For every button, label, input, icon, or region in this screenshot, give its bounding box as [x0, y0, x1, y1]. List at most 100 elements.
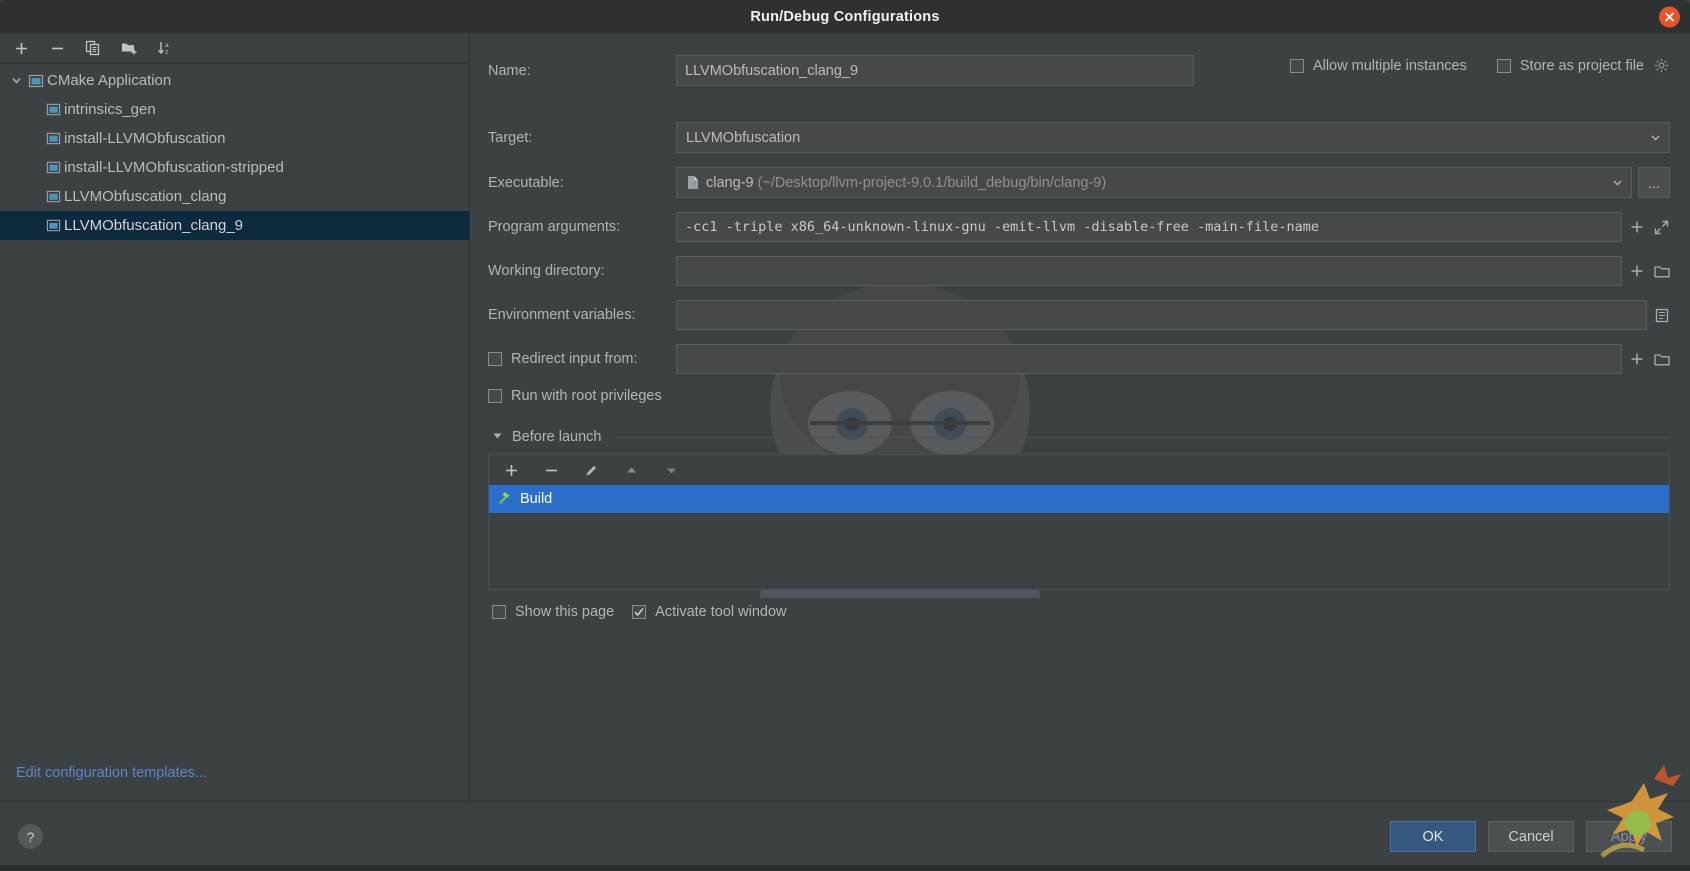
- working-directory-input[interactable]: [676, 256, 1622, 286]
- cmake-application-icon: [28, 73, 44, 89]
- before-launch-box: Build: [488, 454, 1670, 590]
- run-with-root-privileges-label: Run with root privileges: [511, 388, 662, 404]
- sort-configurations-button[interactable]: a z: [153, 36, 177, 60]
- store-as-project-file-checkbox[interactable]: Store as project file: [1496, 57, 1670, 74]
- tree-item-llvmobfuscation-clang[interactable]: LLVMObfuscation_clang: [0, 182, 469, 211]
- redirect-input-label: Redirect input from:: [511, 351, 638, 367]
- target-row: Target: LLVMObfuscation: [488, 122, 1670, 153]
- before-launch-toolbar: [489, 455, 1669, 485]
- arrow-down-icon: [666, 468, 676, 473]
- footer-buttons: OK Cancel Apply: [1390, 821, 1672, 852]
- executable-select[interactable]: ? clang-9 (~/Desktop/llvm-project-9.0.1/…: [676, 167, 1632, 198]
- tree-item-intrinsics-gen[interactable]: intrinsics_gen: [0, 95, 469, 124]
- edit-env-vars-icon[interactable]: [1653, 307, 1670, 324]
- activate-tool-window-label: Activate tool window: [655, 604, 787, 620]
- executable-label: Executable:: [488, 174, 564, 191]
- close-icon[interactable]: [1659, 6, 1680, 27]
- show-this-page-checkbox[interactable]: Show this page: [492, 604, 614, 620]
- arrow-up-icon: [626, 467, 636, 472]
- insert-macro-icon[interactable]: [1628, 351, 1645, 368]
- chevron-down-icon[interactable]: [8, 73, 24, 89]
- checkbox-box: [1496, 58, 1511, 73]
- target-select[interactable]: LLVMObfuscation: [676, 122, 1670, 153]
- program-arguments-input[interactable]: -cc1 -triple x86_64-unknown-linux-gnu -e…: [676, 212, 1622, 242]
- allow-multiple-instances-checkbox[interactable]: Allow multiple instances: [1289, 58, 1467, 74]
- tree-group-cmake-application[interactable]: CMake Application: [0, 66, 469, 95]
- gear-icon[interactable]: [1653, 57, 1670, 74]
- redirect-input-field[interactable]: [676, 344, 1622, 374]
- tree-item-label: install-LLVMObfuscation-stripped: [64, 159, 284, 176]
- configurations-tree: CMake Application intrinsics_gen install…: [0, 64, 469, 801]
- checkbox-box: [492, 605, 506, 619]
- working-directory-adornments: [1628, 263, 1670, 280]
- checkbox-box: [488, 352, 502, 366]
- store-as-project-file-label: Store as project file: [1519, 57, 1644, 74]
- run-debug-configurations-dialog: Run/Debug Configurations a z CMake Appli…: [0, 0, 1690, 871]
- activate-tool-window-checkbox[interactable]: Activate tool window: [632, 604, 787, 620]
- hammer-icon: [497, 490, 512, 509]
- edit-configuration-templates-link[interactable]: Edit configuration templates...: [16, 765, 207, 781]
- remove-configuration-button[interactable]: [45, 36, 69, 60]
- program-arguments-adornments: [1628, 219, 1670, 236]
- redirect-input-checkbox[interactable]: Redirect input from:: [488, 351, 676, 367]
- run-with-root-privileges-checkbox[interactable]: Run with root privileges: [488, 388, 662, 404]
- edit-task-button[interactable]: [579, 458, 603, 482]
- executable-file-icon: ?: [686, 175, 700, 190]
- new-folder-button[interactable]: [117, 36, 141, 60]
- copy-configuration-button[interactable]: [81, 36, 105, 60]
- help-button[interactable]: ?: [18, 824, 43, 849]
- working-directory-row: Working directory:: [488, 256, 1670, 286]
- check-icon: [634, 608, 644, 617]
- program-arguments-value: -cc1 -triple x86_64-unknown-linux-gnu -e…: [685, 219, 1319, 235]
- environment-variables-input[interactable]: [676, 300, 1647, 330]
- sidebar-toolbar: a z: [0, 33, 469, 64]
- program-arguments-label: Program arguments:: [488, 219, 621, 235]
- insert-macro-icon[interactable]: [1628, 219, 1645, 236]
- task-label: Build: [520, 491, 553, 507]
- browse-folder-icon[interactable]: [1653, 263, 1670, 280]
- pencil-icon: [586, 465, 596, 475]
- title-bar: Run/Debug Configurations: [0, 0, 1690, 33]
- move-task-up-button[interactable]: [619, 458, 643, 482]
- minus-icon: [51, 47, 63, 49]
- environment-variables-label: Environment variables:: [488, 307, 636, 323]
- before-launch-header[interactable]: Before launch: [492, 428, 1670, 446]
- checkbox-box: [632, 605, 647, 619]
- target-label: Target:: [488, 129, 533, 146]
- tree-item-llvmobfuscation-clang-9[interactable]: LLVMObfuscation_clang_9: [0, 211, 469, 240]
- add-task-button[interactable]: [499, 458, 523, 482]
- configurations-sidebar: a z CMake Application intrinsics_gen ins…: [0, 33, 470, 801]
- insert-macro-icon[interactable]: [1628, 263, 1645, 280]
- chevron-down-icon: [1607, 177, 1627, 188]
- add-configuration-button[interactable]: [9, 36, 33, 60]
- cancel-button[interactable]: Cancel: [1488, 821, 1574, 852]
- tree-item-install-llvmobfuscation-stripped[interactable]: install-LLVMObfuscation-stripped: [0, 153, 469, 182]
- redirect-input-row: Redirect input from:: [488, 344, 1670, 374]
- name-input[interactable]: LLVMObfuscation_clang_9: [676, 55, 1194, 86]
- apply-button[interactable]: Apply: [1586, 821, 1672, 852]
- remove-task-button[interactable]: [539, 458, 563, 482]
- name-label: Name:: [488, 62, 531, 79]
- new-folder-icon: [121, 43, 136, 55]
- executable-browse-button[interactable]: ...: [1638, 167, 1670, 198]
- move-task-down-button[interactable]: [659, 458, 683, 482]
- redirect-input-adornments: [1628, 351, 1670, 368]
- svg-text:a: a: [165, 42, 169, 49]
- browse-folder-icon[interactable]: [1653, 351, 1670, 368]
- before-launch-task-list: Build: [489, 485, 1669, 589]
- tree-item-install-llvmobfuscation[interactable]: install-LLVMObfuscation: [0, 124, 469, 153]
- page-title: Run/Debug Configurations: [750, 8, 940, 25]
- configuration-editor: Allow multiple instances Store as projec…: [470, 33, 1690, 801]
- before-launch-title: Before launch: [512, 429, 602, 445]
- expand-editor-icon[interactable]: [1653, 219, 1670, 236]
- checkbox-box: [1289, 58, 1304, 73]
- dialog-body: a z CMake Application intrinsics_gen ins…: [0, 33, 1690, 801]
- plus-icon: [505, 464, 517, 476]
- ok-button[interactable]: OK: [1390, 821, 1476, 852]
- close-glyph: [1665, 12, 1674, 21]
- checkbox-box: [488, 389, 502, 403]
- top-right-options: Allow multiple instances Store as projec…: [1289, 57, 1670, 74]
- window-bottom-edge: [0, 865, 1690, 871]
- task-row-build[interactable]: Build: [489, 485, 1669, 513]
- executable-path: (~/Desktop/llvm-project-9.0.1/build_debu…: [757, 174, 1107, 191]
